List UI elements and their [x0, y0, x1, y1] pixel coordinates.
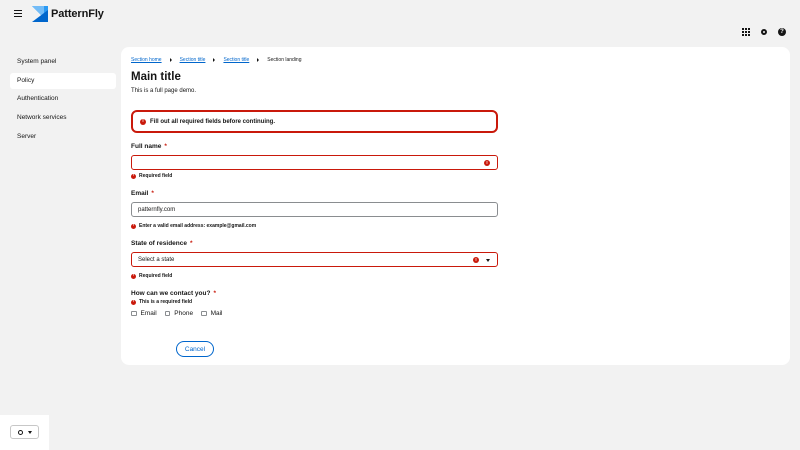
exclamation-circle-icon: ! — [484, 160, 490, 166]
caret-down-icon — [27, 430, 32, 434]
contact-label-text: How can we contact you? — [131, 290, 211, 297]
masthead-tools: ? — [742, 28, 786, 36]
contact-helper: ! This is a required field — [131, 299, 192, 305]
contact-helper-text: This is a required field — [139, 299, 193, 305]
sidebar-nav: System panel Policy Authentication Netwo… — [10, 54, 116, 147]
caret-down-icon — [486, 259, 490, 262]
contact-mail-checkbox[interactable]: Mail — [201, 310, 222, 317]
full-name-label-text: Full name — [131, 143, 162, 150]
help-icon[interactable]: ? — [778, 28, 786, 36]
hamburger-icon[interactable] — [14, 10, 22, 18]
checkbox-box[interactable] — [131, 310, 137, 317]
state-helper: ! Required field — [131, 273, 172, 279]
exclamation-circle-icon: ! — [131, 173, 136, 179]
alert-text: Fill out all required fields before cont… — [150, 118, 276, 125]
full-name-input[interactable]: ! — [131, 155, 498, 170]
exclamation-circle-icon: ! — [473, 257, 479, 263]
sidebar-item-authentication[interactable]: Authentication — [10, 91, 116, 107]
theme-toggle-button[interactable] — [10, 425, 39, 439]
sidebar-item-system-panel[interactable]: System panel — [10, 54, 116, 70]
email-helper-text: Enter a valid email address: example@gma… — [139, 223, 257, 229]
contact-phone-checkbox[interactable]: Phone — [164, 310, 194, 317]
breadcrumb: Section home Section title Section title… — [131, 57, 302, 63]
checkbox-label: Phone — [174, 310, 194, 317]
page-title: Main title — [131, 71, 181, 83]
theme-panel — [0, 415, 49, 450]
required-mark: * — [213, 290, 216, 297]
state-select-value: Select a state — [138, 256, 175, 263]
sidebar-item-server[interactable]: Server — [10, 129, 116, 145]
exclamation-circle-icon: ! — [131, 299, 136, 305]
breadcrumb-link-section-title[interactable]: Section title — [180, 57, 206, 63]
brand-name: PatternFly — [51, 8, 104, 20]
chevron-right-icon — [169, 58, 172, 62]
required-mark: * — [190, 240, 193, 247]
page-subtitle: This is a full page demo. — [131, 88, 197, 94]
required-mark: * — [151, 190, 154, 197]
email-label-text: Email — [131, 190, 149, 197]
full-name-label: Full name * — [131, 143, 167, 150]
sidebar-item-policy[interactable]: Policy — [10, 72, 116, 89]
exclamation-circle-icon: ! — [131, 223, 136, 229]
contact-email-checkbox[interactable]: Email — [131, 310, 157, 317]
logo[interactable]: PatternFly — [32, 6, 104, 22]
checkbox-label: Email — [140, 310, 157, 317]
checkbox-box[interactable] — [164, 310, 171, 317]
email-helper: ! Enter a valid email address: example@g… — [131, 223, 256, 229]
cancel-button[interactable]: Cancel — [176, 341, 214, 357]
masthead: PatternFly ? — [0, 0, 800, 46]
email-label: Email * — [131, 190, 154, 197]
chevron-right-icon — [213, 58, 216, 62]
state-label: State of residence * — [131, 240, 193, 247]
exclamation-circle-icon: ! — [131, 273, 136, 279]
state-helper-text: Required field — [139, 273, 173, 279]
state-label-text: State of residence — [131, 240, 187, 247]
patternfly-logo-icon — [32, 6, 48, 22]
breadcrumb-link-section-home[interactable]: Section home — [131, 57, 162, 63]
gear-icon[interactable] — [760, 28, 768, 36]
contact-label: How can we contact you? * — [131, 290, 216, 297]
error-alert: ! Fill out all required fields before co… — [131, 110, 498, 133]
breadcrumb-current: Section landing — [267, 57, 302, 63]
required-mark: * — [164, 143, 167, 150]
checkbox-label: Mail — [210, 310, 223, 317]
sun-icon — [17, 429, 23, 435]
contact-options: Email Phone Mail — [131, 310, 222, 317]
exclamation-circle-icon: ! — [140, 118, 146, 125]
chevron-right-icon — [257, 58, 260, 62]
email-input[interactable]: patternfly.com — [131, 202, 498, 217]
checkbox-box[interactable] — [201, 310, 207, 317]
breadcrumb-link-section-title[interactable]: Section title — [223, 57, 249, 63]
full-name-helper-text: Required field — [139, 173, 173, 179]
email-value: patternfly.com — [138, 206, 176, 213]
main-content-card: Section home Section title Section title… — [121, 47, 790, 365]
state-select[interactable]: Select a state ! — [131, 252, 498, 267]
full-name-helper: ! Required field — [131, 173, 172, 179]
sidebar-item-network-services[interactable]: Network services — [10, 110, 116, 126]
grid-icon[interactable] — [742, 28, 750, 36]
